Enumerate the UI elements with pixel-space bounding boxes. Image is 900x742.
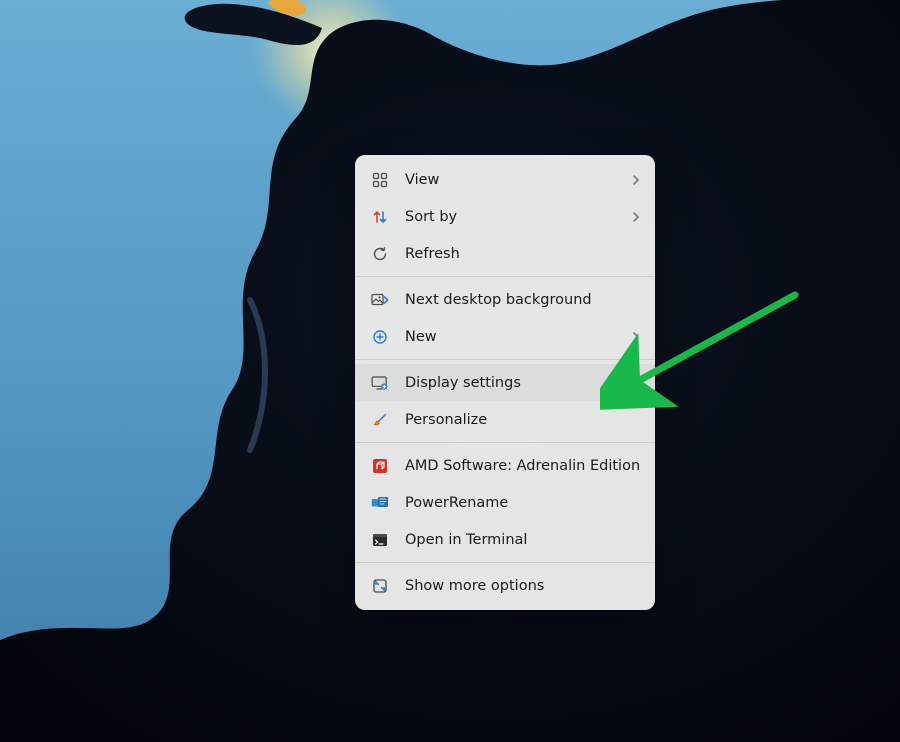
menu-item-display-settings[interactable]: Display settings — [355, 364, 655, 401]
menu-item-personalize[interactable]: Personalize — [355, 401, 655, 438]
show-more-icon — [369, 576, 391, 596]
menu-label: Sort by — [405, 209, 631, 225]
menu-item-amd-software[interactable]: AMD Software: Adrenalin Edition — [355, 447, 655, 484]
powerrename-icon — [369, 493, 391, 513]
amd-icon — [369, 456, 391, 476]
next-background-icon — [369, 290, 391, 310]
menu-item-next-desktop-background[interactable]: Next desktop background — [355, 281, 655, 318]
menu-separator — [355, 359, 655, 360]
chevron-right-icon — [631, 174, 641, 186]
desktop-context-menu: View Sort by Refresh — [355, 155, 655, 610]
menu-item-open-in-terminal[interactable]: Open in Terminal — [355, 521, 655, 558]
menu-label: Show more options — [405, 578, 641, 594]
plus-circle-icon — [369, 327, 391, 347]
grid-icon — [369, 170, 391, 190]
sunlight-glow — [240, 0, 420, 140]
display-icon — [369, 373, 391, 393]
menu-label: AMD Software: Adrenalin Edition — [405, 458, 641, 474]
menu-item-show-more-options[interactable]: Show more options — [355, 567, 655, 604]
terminal-icon — [369, 530, 391, 550]
menu-item-refresh[interactable]: Refresh — [355, 235, 655, 272]
menu-label: Display settings — [405, 375, 641, 391]
menu-label: New — [405, 329, 631, 345]
sort-icon — [369, 207, 391, 227]
menu-label: Open in Terminal — [405, 532, 641, 548]
menu-item-new[interactable]: New — [355, 318, 655, 355]
menu-separator — [355, 276, 655, 277]
menu-item-powerrename[interactable]: PowerRename — [355, 484, 655, 521]
menu-item-sort-by[interactable]: Sort by — [355, 198, 655, 235]
menu-label: View — [405, 172, 631, 188]
chevron-right-icon — [631, 331, 641, 343]
brush-icon — [369, 410, 391, 430]
menu-label: Next desktop background — [405, 292, 641, 308]
menu-separator — [355, 562, 655, 563]
refresh-icon — [369, 244, 391, 264]
menu-item-view[interactable]: View — [355, 161, 655, 198]
menu-label: Personalize — [405, 412, 641, 428]
menu-label: Refresh — [405, 246, 641, 262]
chevron-right-icon — [631, 211, 641, 223]
menu-label: PowerRename — [405, 495, 641, 511]
menu-separator — [355, 442, 655, 443]
